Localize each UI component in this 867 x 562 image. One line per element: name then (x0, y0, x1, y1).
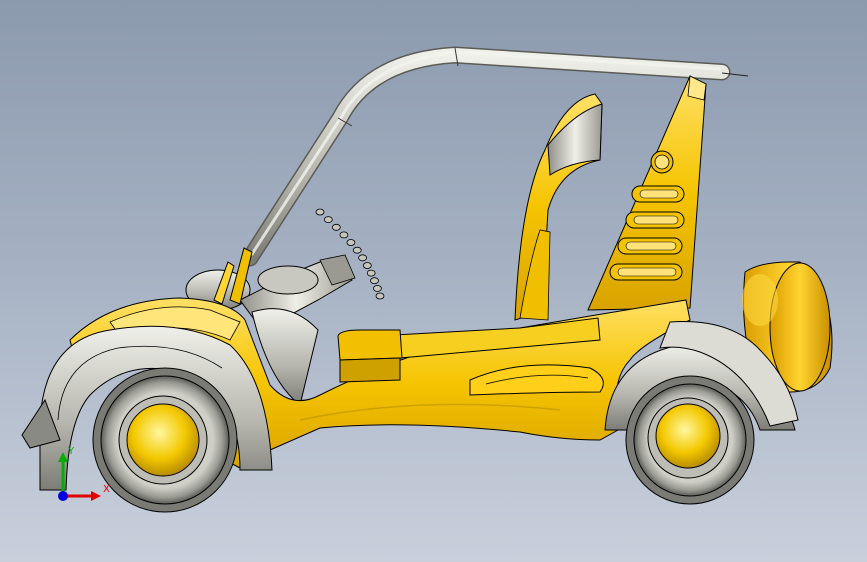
seat[interactable] (514, 93, 603, 321)
z-axis-icon (58, 491, 68, 501)
steering-wheel-bead (339, 231, 349, 239)
rear-wheel[interactable] (625, 375, 755, 505)
steering-wheel-bead (370, 277, 379, 285)
steering-wheel-bead (331, 223, 341, 231)
x-axis-label: X (103, 484, 110, 495)
steering-wheel-bead (346, 239, 356, 246)
steering-wheel-bead (358, 254, 368, 262)
x-axis-arrow-icon (91, 491, 101, 501)
y-axis-arrow-icon (58, 452, 68, 462)
steering-wheel-bead (362, 262, 372, 269)
steering-wheel-bead (315, 208, 325, 216)
rear-strut[interactable] (587, 75, 707, 311)
steering-wheel-bead (372, 284, 382, 292)
axis-triad: Y X (58, 446, 110, 501)
y-axis-label: Y (67, 446, 75, 457)
steering-wheel-bead (375, 292, 385, 300)
graphics-viewport[interactable]: Y X (0, 0, 867, 562)
steering-wheel-bead (352, 246, 362, 254)
buggy-3d-model[interactable] (0, 0, 867, 562)
steering-wheel-bead (323, 216, 333, 224)
steering-wheel-bead (366, 269, 376, 277)
